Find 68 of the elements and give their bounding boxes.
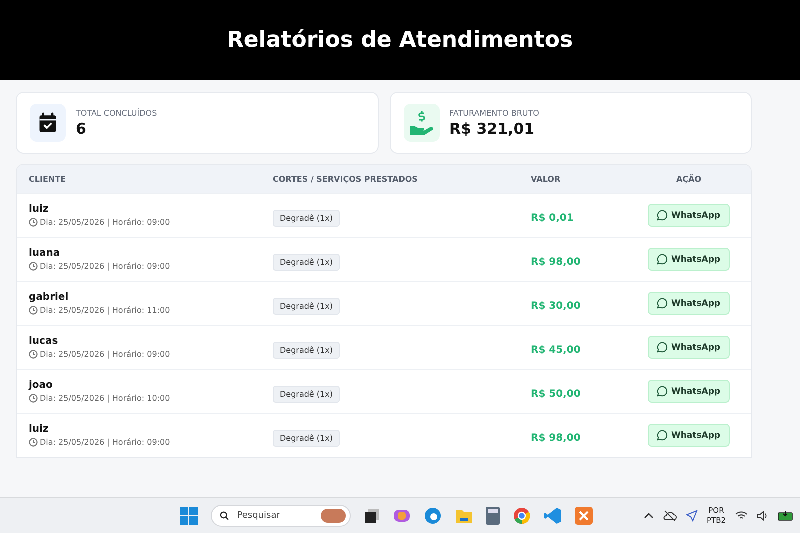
search-bar[interactable]: Pesquisar: [211, 504, 351, 526]
value-text: R$ 98,00: [531, 257, 581, 268]
service-tag: Degradê (1x): [273, 386, 340, 403]
client-name: luiz: [29, 424, 50, 435]
schedule-text: Dia: 25/05/2026 | Horário: 09:00: [40, 262, 170, 271]
column-header: CLIENTE: [28, 174, 68, 184]
chevron-up-icon[interactable]: [644, 512, 654, 520]
chrome-browser-icon[interactable]: [513, 506, 531, 524]
value-text: R$ 30,00: [531, 301, 581, 312]
clock-icon: [29, 218, 38, 227]
folder-icon[interactable]: [455, 508, 473, 524]
search-icon: [220, 510, 230, 522]
wifi-icon[interactable]: [735, 510, 748, 520]
whatsapp-button[interactable]: WhatsApp: [648, 336, 730, 359]
column-header: AÇÃO: [675, 174, 703, 184]
chat-bubble-icon: [657, 254, 668, 265]
column-header: VALOR: [531, 174, 562, 184]
whatsapp-button[interactable]: WhatsApp: [648, 248, 730, 271]
value-text: R$ 98,00: [531, 433, 581, 444]
service-tag: Degradê (1x): [273, 298, 340, 315]
value-text: R$ 50,00: [531, 389, 581, 400]
chat-bubble-icon: [657, 342, 668, 353]
speaker-icon[interactable]: [757, 510, 769, 520]
service-tag: Degradê (1x): [273, 210, 340, 227]
schedule-text: Dia: 25/05/2026 | Horário: 09:00: [40, 438, 170, 447]
windows-start-icon[interactable]: [180, 506, 198, 524]
service-tag: Degradê (1x): [273, 254, 340, 271]
clock-icon: [29, 350, 38, 359]
stat-value: 6: [76, 120, 88, 138]
chat-bubble-icon: [657, 430, 668, 441]
stat-label: TOTAL CONCLUÍDOS: [76, 108, 158, 118]
calendar-check-icon: [37, 112, 59, 134]
page-title: Relatórios de Atendimentos: [226, 28, 574, 52]
column-header: CORTES / SERVIÇOS PRESTADOS: [273, 174, 419, 184]
hand-dollar-icon: [408, 111, 434, 135]
clock-icon: [29, 262, 38, 271]
clock-icon: [29, 306, 38, 315]
battery-icon[interactable]: [778, 510, 794, 520]
location-arrow-icon[interactable]: [686, 510, 698, 522]
whatsapp-button[interactable]: WhatsApp: [648, 424, 730, 447]
service-tag: Degradê (1x): [273, 342, 340, 359]
search-field[interactable]: Pesquisar: [235, 510, 316, 522]
whatsapp-button[interactable]: WhatsApp: [648, 292, 730, 315]
clock-icon: [29, 394, 38, 403]
clock-icon: [29, 438, 38, 447]
client-name: joao: [29, 380, 54, 391]
stat-value: R$ 321,01: [450, 120, 536, 138]
client-name: lucas: [29, 336, 60, 347]
schedule-text: Dia: 25/05/2026 | Horário: 09:00: [40, 218, 170, 227]
stat-label: FATURAMENTO BRUTO: [450, 108, 540, 118]
chat-bubble-icon: [657, 298, 668, 309]
calculator-icon[interactable]: [486, 506, 500, 524]
schedule-text: Dia: 25/05/2026 | Horário: 09:00: [40, 350, 170, 359]
code-editor-icon[interactable]: [544, 506, 562, 524]
service-tag: Degradê (1x): [273, 430, 340, 447]
whatsapp-button[interactable]: WhatsApp: [648, 380, 730, 403]
schedule-text: Dia: 25/05/2026 | Horário: 11:00: [40, 306, 170, 315]
client-name: luiz: [29, 204, 50, 215]
value-text: R$ 0,01: [531, 213, 574, 224]
chat-bubble-icon: [657, 210, 668, 221]
client-name: gabriel: [29, 292, 70, 303]
chat-bubble-icon: [657, 386, 668, 397]
schedule-text: Dia: 25/05/2026 | Horário: 10:00: [40, 394, 170, 403]
value-text: R$ 45,00: [531, 345, 581, 356]
whatsapp-button[interactable]: WhatsApp: [648, 204, 730, 227]
client-name: luana: [29, 248, 62, 259]
task-view-icon[interactable]: [364, 508, 380, 524]
cloud-off-icon[interactable]: [662, 510, 677, 522]
